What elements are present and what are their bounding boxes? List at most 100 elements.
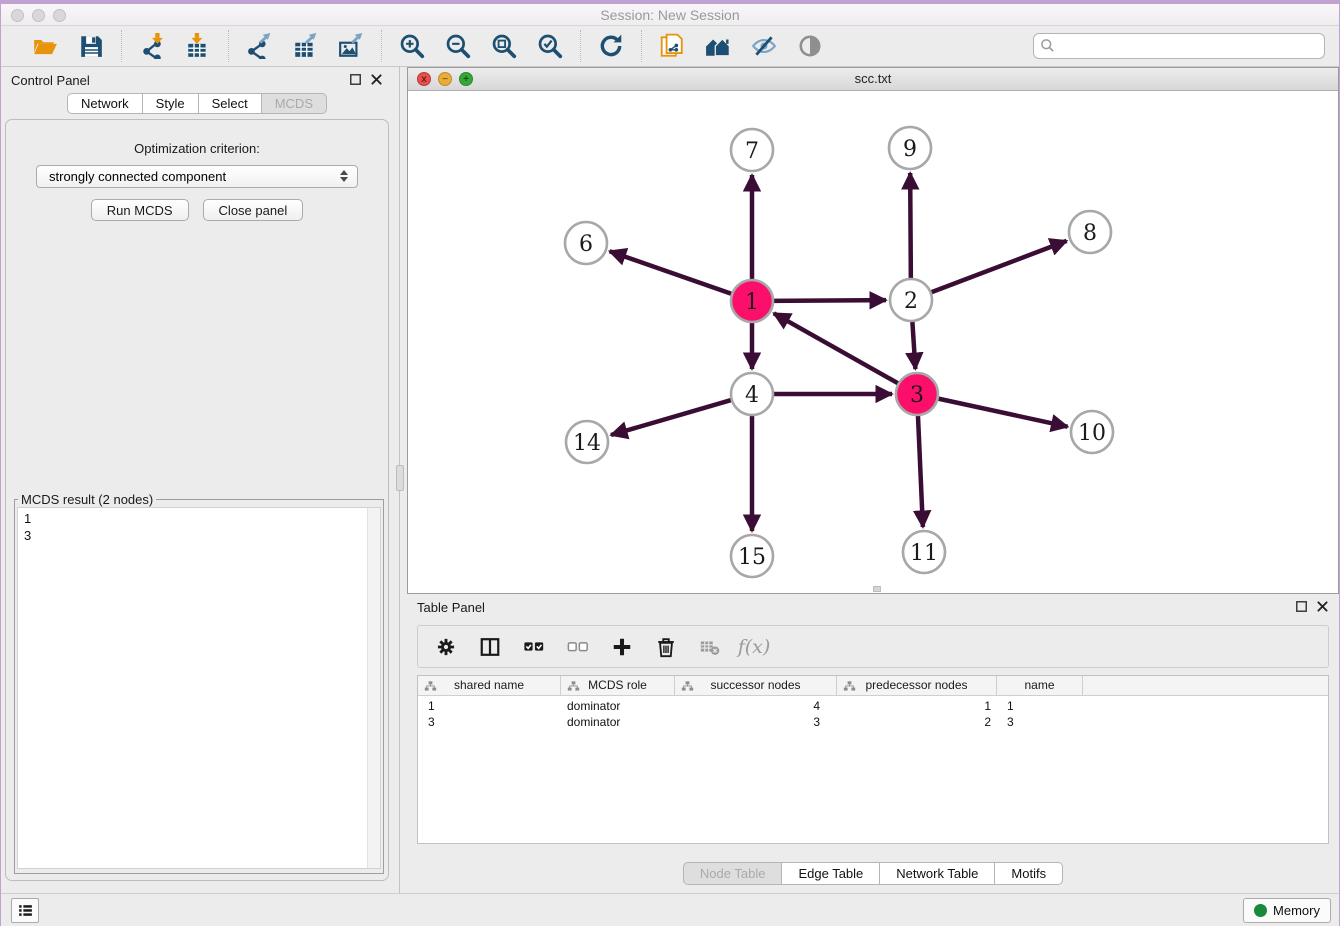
float-panel-icon[interactable]	[349, 73, 362, 86]
hide-details-button[interactable]	[750, 32, 778, 60]
network-graph[interactable]: 7968124314101511	[408, 92, 1338, 593]
node-table: shared name MCDS role successor nodesprede…	[417, 675, 1329, 844]
splitter-handle[interactable]	[396, 465, 404, 491]
graph-edge-3-10[interactable]	[937, 398, 1068, 426]
import-network-button[interactable]	[138, 32, 166, 60]
open-button[interactable]	[31, 32, 59, 60]
table-row[interactable]: 3dominator323	[418, 714, 1328, 730]
column-label: MCDS role	[588, 678, 647, 692]
tab-edge-table[interactable]: Edge Table	[782, 862, 880, 885]
table-cell[interactable]: 4	[675, 698, 837, 714]
zoom-out-button[interactable]	[444, 32, 472, 60]
table-row[interactable]: 1dominator411	[418, 698, 1328, 714]
table-body: 1dominator4113dominator323	[418, 698, 1328, 730]
tab-motifs[interactable]: Motifs	[995, 862, 1063, 885]
graph-edge-3-1[interactable]	[774, 313, 900, 384]
tab-network[interactable]: Network	[67, 93, 143, 114]
graph-edge-1-2[interactable]	[772, 300, 886, 301]
export-image-icon	[338, 33, 364, 59]
application-window: Session: New Session Control Panel	[0, 0, 1340, 926]
trash-button[interactable]	[654, 635, 678, 659]
run-mcds-button[interactable]: Run MCDS	[91, 199, 189, 221]
export-network-button[interactable]	[245, 32, 273, 60]
network-view-window: x − + scc.txt 7968124314101511	[407, 67, 1339, 594]
table-panel-header: Table Panel	[407, 594, 1339, 620]
table-tabs: Node TableEdge TableNetwork TableMotifs	[407, 862, 1339, 885]
graph-edge-2-9[interactable]	[910, 173, 911, 280]
graph-edge-1-6[interactable]	[610, 251, 734, 294]
deselect-all-button[interactable]	[566, 635, 590, 659]
table-cell[interactable]: dominator	[561, 714, 675, 730]
mcds-result-area[interactable]: 1 3	[17, 507, 381, 869]
graph-node-label-11: 11	[910, 541, 938, 566]
table-cell[interactable]: 1	[418, 698, 561, 714]
function-button: f(x)	[742, 635, 766, 659]
columns-icon	[479, 636, 501, 658]
memory-button[interactable]: Memory	[1243, 898, 1331, 923]
column-header-name[interactable]: name	[997, 676, 1083, 695]
save-button[interactable]	[77, 32, 105, 60]
table-cell[interactable]: 1	[837, 698, 997, 714]
gear-button[interactable]	[434, 635, 458, 659]
close-panel-icon[interactable]	[370, 73, 383, 86]
main-titlebar: Session: New Session	[1, 0, 1339, 26]
show-details-icon	[797, 33, 823, 59]
graph-node-label-8: 8	[1083, 221, 1097, 246]
close-table-panel-icon[interactable]	[1316, 600, 1329, 613]
table-cell[interactable]: 3	[418, 714, 561, 730]
vertical-splitter[interactable]	[393, 67, 407, 893]
delete-table-button	[698, 635, 722, 659]
memory-status-icon	[1254, 904, 1267, 917]
graph-edge-2-8[interactable]	[930, 241, 1067, 293]
float-table-panel-icon[interactable]	[1295, 600, 1308, 613]
control-panel-title: Control Panel	[11, 73, 90, 88]
table-cell[interactable]: dominator	[561, 698, 675, 714]
export-image-button[interactable]	[337, 32, 365, 60]
table-cell[interactable]: 1	[997, 698, 1083, 714]
table-cell[interactable]: 3	[675, 714, 837, 730]
import-table-button[interactable]	[184, 32, 212, 60]
zoom-selected-icon	[537, 33, 563, 59]
tab-node-table[interactable]: Node Table	[683, 862, 783, 885]
home-button[interactable]	[704, 32, 732, 60]
tab-style[interactable]: Style	[143, 93, 199, 114]
result-scrollbar[interactable]	[367, 508, 380, 868]
column-header-successor-nodes[interactable]: successor nodes	[675, 676, 837, 695]
tab-select[interactable]: Select	[199, 93, 262, 114]
refresh-button[interactable]	[597, 32, 625, 60]
column-header-predecessor-nodes[interactable]: predecessor nodes	[837, 676, 997, 695]
graph-node-label-14: 14	[573, 431, 601, 456]
select-chevrons-icon	[340, 170, 348, 182]
columns-button[interactable]	[478, 635, 502, 659]
export-table-button[interactable]	[291, 32, 319, 60]
optimization-criterion-select[interactable]: strongly connected component	[36, 165, 358, 188]
column-header-shared-name[interactable]: shared name	[418, 676, 561, 695]
delete-table-icon	[699, 636, 721, 658]
graph-edge-4-14[interactable]	[611, 400, 733, 435]
search-input[interactable]	[1033, 33, 1325, 59]
deselect-all-icon	[567, 636, 589, 658]
zoom-selected-button[interactable]	[536, 32, 564, 60]
zoom-fit-icon	[491, 33, 517, 59]
graph-node-label-7: 7	[745, 139, 759, 164]
tab-network-table[interactable]: Network Table	[880, 862, 995, 885]
table-cell[interactable]: 3	[997, 714, 1083, 730]
show-details-button[interactable]	[796, 32, 824, 60]
mcds-result-title: MCDS result (2 nodes)	[18, 492, 156, 507]
task-history-button[interactable]	[11, 898, 39, 923]
table-header-row: shared name MCDS role successor nodesprede…	[418, 676, 1328, 696]
network-canvas[interactable]: 7968124314101511	[408, 92, 1338, 593]
network-resize-handle[interactable]	[873, 586, 881, 592]
network-file-button[interactable]	[658, 32, 686, 60]
close-panel-button[interactable]: Close panel	[203, 199, 304, 221]
table-cell[interactable]: 2	[837, 714, 997, 730]
add-button[interactable]	[610, 635, 634, 659]
function-icon: f(x)	[738, 636, 771, 658]
zoom-in-button[interactable]	[398, 32, 426, 60]
graph-edge-3-11[interactable]	[918, 414, 923, 527]
select-all-button[interactable]	[522, 635, 546, 659]
column-header-MCDS-role[interactable]: MCDS role	[561, 676, 675, 695]
graph-edge-2-3[interactable]	[912, 320, 915, 369]
tab-mcds[interactable]: MCDS	[262, 93, 327, 114]
zoom-fit-button[interactable]	[490, 32, 518, 60]
